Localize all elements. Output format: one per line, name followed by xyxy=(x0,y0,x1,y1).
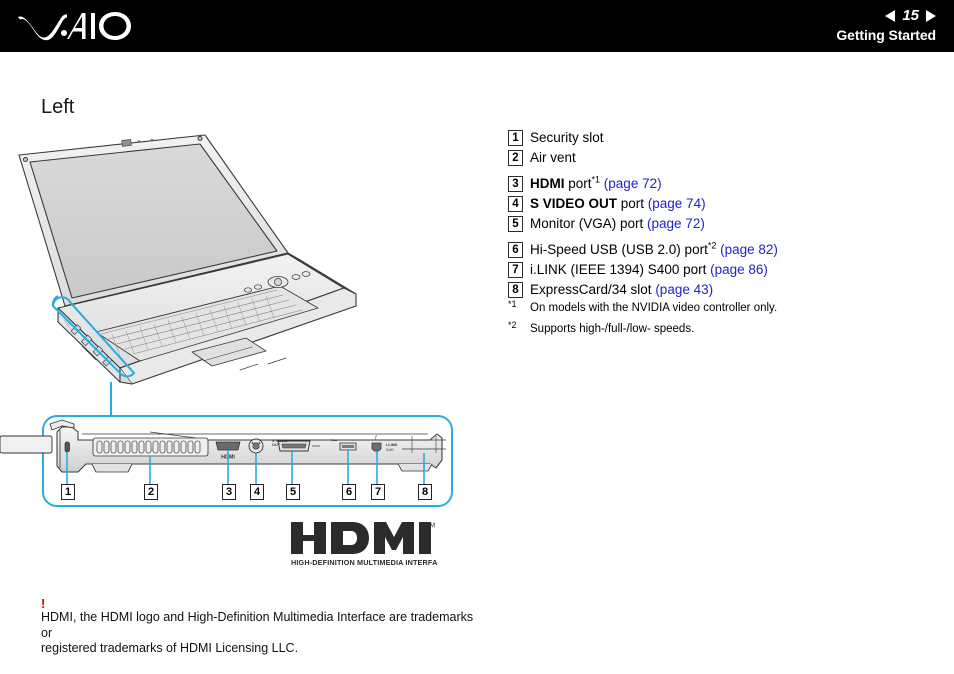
footnote-2: *2 Supports high-/full-/low- speeds. xyxy=(508,320,938,336)
usb-port-icon: ∶— xyxy=(331,438,337,444)
trademark-note: ! HDMI, the HDMI logo and High-Definitio… xyxy=(41,596,481,657)
legend-label-7: i.LINK (IEEE 1394) S400 port (page 86) xyxy=(530,260,768,279)
legend-label-4-bold: S VIDEO OUT xyxy=(530,196,618,211)
footnote-1: *1 On models with the NVIDIA video contr… xyxy=(508,299,938,315)
callout-number-6: 6 xyxy=(342,484,356,500)
footnote-1-marker: *1 xyxy=(508,299,530,311)
legend-number-1: 1 xyxy=(508,130,523,146)
hdmi-tagline: HIGH-DEFINITION MULTIMEDIA INTERFACE xyxy=(291,558,438,567)
trademark-note-text: HDMI, the HDMI logo and High-Definition … xyxy=(41,610,481,657)
footnote-2-marker-text: *2 xyxy=(508,320,517,330)
callout-number-6-label: 6 xyxy=(345,486,353,498)
hdmi-trademark-symbol: TM xyxy=(426,522,435,529)
callout-number-4: 4 xyxy=(250,484,264,500)
triangle-right-icon[interactable] xyxy=(926,9,936,22)
trademark-note-line2: registered trademarks of HDMI Licensing … xyxy=(41,641,299,655)
page-number: 15 xyxy=(902,7,919,24)
callout-number-3-label: 3 xyxy=(225,486,233,498)
legend-item-4: 4 S VIDEO OUT port (page 74) xyxy=(508,194,938,214)
legend-item-1: 1 Security slot xyxy=(508,128,938,148)
callout-number-7-label: 7 xyxy=(374,486,382,498)
legend-number-5: 5 xyxy=(508,216,523,232)
legend-label-2: Air vent xyxy=(530,150,576,165)
laptop-open-perspective-drawing xyxy=(18,134,357,385)
ilink-port-label: i.LINK xyxy=(386,442,398,447)
callout-number-8: 8 xyxy=(418,484,432,500)
page-title: Left xyxy=(41,96,75,118)
callout-number-8-label: 8 xyxy=(421,486,429,498)
port-legend-list: 1 Security slot 2 Air vent 3 HDMI port*1… xyxy=(508,128,938,300)
legend-label-1: Security slot xyxy=(530,130,604,145)
legend-item-5: 5 Monitor (VGA) port (page 72) xyxy=(508,214,938,234)
legend-item-6: 6 Hi-Speed USB (USB 2.0) port*2 (page 82… xyxy=(508,240,938,260)
callout-number-3: 3 xyxy=(222,484,236,500)
legend-label-5: Monitor (VGA) port (page 72) xyxy=(530,214,705,233)
legend-label-3-bold: HDMI xyxy=(530,176,565,191)
callout-number-1-label: 1 xyxy=(64,486,72,498)
warning-bang-icon: ! xyxy=(41,596,46,611)
svideo-port-label-line2: OUT xyxy=(272,443,281,447)
page-navigator[interactable]: 15 xyxy=(885,6,936,25)
ilink-speed-label: S400 xyxy=(386,448,394,452)
legend-link-4[interactable]: (page 74) xyxy=(648,196,706,211)
legend-number-4: 4 xyxy=(508,196,523,212)
legend-label-8: ExpressCard/34 slot (page 43) xyxy=(530,280,713,299)
legend-link-5[interactable]: (page 72) xyxy=(647,216,705,231)
hdmi-logo: TM HIGH-DEFINITION MULTIMEDIA INTERFACE xyxy=(288,518,448,568)
legend-item-7: 7 i.LINK (IEEE 1394) S400 port (page 86) xyxy=(508,260,938,280)
legend-label-6-pre: Hi-Speed USB (USB 2.0) port xyxy=(530,242,708,257)
legend-number-8: 8 xyxy=(508,282,523,298)
legend-item-2: 2 Air vent xyxy=(508,148,938,168)
callout-number-5: 5 xyxy=(286,484,300,500)
legend-number-3: 3 xyxy=(508,176,523,192)
legend-label-6-footnote-ref: *2 xyxy=(707,240,717,251)
legend-label-4: S VIDEO OUT port (page 74) xyxy=(530,194,706,213)
left-side-illustration: HDMI S VIDEO OUT i.LINK S400 ∶— ƒ 1 2 3 … xyxy=(0,120,500,520)
callout-number-5-label: 5 xyxy=(289,486,297,498)
legend-label-4-post: port xyxy=(617,196,648,211)
legend-link-6[interactable]: (page 82) xyxy=(720,242,778,257)
legend-number-2: 2 xyxy=(508,150,523,166)
trademark-note-line1: HDMI, the HDMI logo and High-Definition … xyxy=(41,610,474,640)
legend-label-5-pre: Monitor (VGA) port xyxy=(530,216,648,231)
section-title: Getting Started xyxy=(836,27,936,43)
legend-label-8-pre: ExpressCard/34 slot xyxy=(530,282,656,297)
legend-label-6: Hi-Speed USB (USB 2.0) port*2 (page 82) xyxy=(530,240,778,259)
vaio-logo xyxy=(17,9,133,43)
callout-number-4-label: 4 xyxy=(253,486,261,498)
legend-item-3: 3 HDMI port*1 (page 72) xyxy=(508,174,938,194)
callout-number-1: 1 xyxy=(61,484,75,500)
triangle-left-icon[interactable] xyxy=(885,9,896,22)
page-header: 15 Getting Started xyxy=(0,0,954,52)
legend-label-3-post: port xyxy=(564,176,592,191)
legend-item-8: 8 ExpressCard/34 slot (page 43) xyxy=(508,280,938,300)
callout-number-7: 7 xyxy=(371,484,385,500)
legend-label-3-footnote-ref: *1 xyxy=(591,174,601,185)
legend-link-8[interactable]: (page 43) xyxy=(655,282,713,297)
legend-link-7[interactable]: (page 86) xyxy=(710,262,768,277)
legend-number-7: 7 xyxy=(508,262,523,278)
ilink-icon: ƒ xyxy=(375,435,378,441)
footnotes: *1 On models with the NVIDIA video contr… xyxy=(508,299,938,343)
callout-number-2-label: 2 xyxy=(147,486,155,498)
legend-label-3: HDMI port*1 (page 72) xyxy=(530,174,662,193)
legend-label-7-pre: i.LINK (IEEE 1394) S400 port xyxy=(530,262,711,277)
footnote-2-marker: *2 xyxy=(508,320,530,332)
legend-link-3[interactable]: (page 72) xyxy=(604,176,662,191)
footnote-1-text: On models with the NVIDIA video controll… xyxy=(530,302,778,314)
footnote-1-marker-text: *1 xyxy=(508,299,517,309)
callout-number-2: 2 xyxy=(144,484,158,500)
legend-number-6: 6 xyxy=(508,242,523,258)
footnote-2-text: Supports high-/full-/low- speeds. xyxy=(530,323,695,335)
